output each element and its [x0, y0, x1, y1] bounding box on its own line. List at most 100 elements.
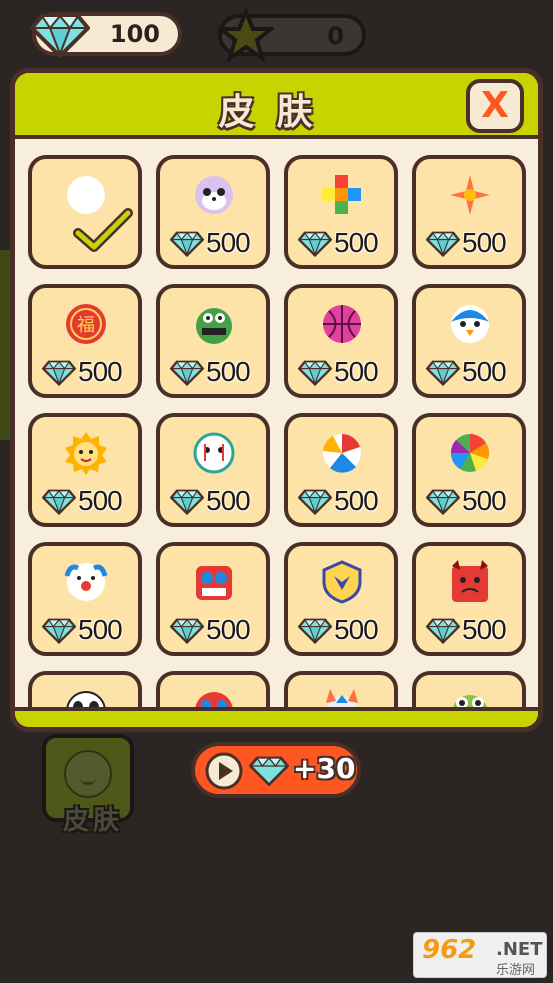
skin-cell-blocks[interactable]: 500: [284, 155, 398, 269]
diamond-icon: [298, 618, 332, 644]
skin-panel: 皮肤 X 500 500 500 福 500 500 500 500 500 500 500 500 5…: [10, 68, 543, 732]
red-demon-icon: [452, 560, 488, 602]
skin-cell-seal[interactable]: 500: [156, 155, 270, 269]
skin-price-value: 500: [78, 614, 123, 645]
skin-cell-lion[interactable]: 500: [28, 413, 142, 527]
clown-icon: [64, 563, 108, 601]
skin-price-value: 500: [334, 614, 379, 645]
skin-price: 500: [298, 227, 394, 261]
skin-cell-white[interactable]: [28, 155, 142, 269]
skin-cell-clown[interactable]: 500: [28, 542, 142, 656]
skin-price: 500: [426, 485, 522, 519]
skin-price-value: 500: [334, 485, 379, 516]
skin-cell-wheel[interactable]: 500: [412, 413, 526, 527]
basketball-icon: [323, 305, 361, 343]
watch-video-reward-button[interactable]: +30: [191, 742, 361, 798]
panda-icon: [66, 691, 106, 707]
diamond-icon: [249, 756, 289, 786]
skin-price: 500: [298, 356, 394, 390]
skin-price-value: 500: [334, 356, 379, 387]
skin-cell-horned[interactable]: [284, 671, 398, 707]
skin-price: 500: [426, 614, 522, 648]
skin-cell-penguin[interactable]: 500: [412, 284, 526, 398]
play-icon: [205, 752, 243, 790]
diamond-icon: [298, 360, 332, 386]
diamond-icon: [426, 618, 460, 644]
skin-price: 500: [42, 614, 138, 648]
shield-icon: [322, 560, 362, 604]
skin-cell-panda[interactable]: [28, 671, 142, 707]
skin-price: 500: [170, 227, 266, 261]
watermark-domain: .NET: [496, 939, 543, 960]
skin-price-value: 500: [206, 227, 251, 258]
skin-price: 500: [170, 356, 266, 390]
skin-price-value: 500: [206, 485, 251, 516]
skin-cell-monster[interactable]: 500: [156, 284, 270, 398]
skin-grid: 500 500 500 福 500 500 500 500 500 500 500 500 500 500…: [15, 139, 538, 707]
star-counter: 0: [218, 8, 366, 63]
skin-cell-dragon[interactable]: [156, 671, 270, 707]
star-count: 0: [327, 22, 344, 50]
skin-cell-mask[interactable]: 500: [156, 413, 270, 527]
diamond-icon: [426, 489, 460, 515]
frog-icon: [453, 695, 487, 707]
green-monster-icon: [196, 308, 232, 344]
color-blocks-icon: [322, 175, 361, 214]
skin-price-value: 500: [462, 356, 507, 387]
diamond-icon: [42, 618, 76, 644]
skin-cell-fu[interactable]: 福 500: [28, 284, 142, 398]
svg-text:福: 福: [77, 315, 95, 336]
skin-menu-label: 皮肤: [62, 806, 123, 836]
skin-price: 500: [170, 614, 266, 648]
skin-price-value: 500: [462, 614, 507, 645]
panel-header: 皮肤 X: [15, 73, 538, 139]
diamond-icon: [170, 489, 204, 515]
skin-price: 500: [298, 485, 394, 519]
gem-count: 100: [109, 20, 160, 48]
skin-cell-beachball[interactable]: 500: [284, 413, 398, 527]
diamond-icon: [30, 14, 90, 58]
skin-panel-body: 皮肤 X 500 500 500 福 500 500 500 500 500 500 500 500 5…: [15, 73, 538, 727]
beach-ball-icon: [323, 434, 361, 473]
robot-icon: [196, 566, 232, 600]
close-button[interactable]: X: [466, 79, 524, 133]
video-reward-amount: +30: [293, 752, 356, 785]
lion-icon: [65, 432, 107, 475]
horned-icon: [326, 689, 358, 707]
skin-price-value: 500: [78, 356, 123, 387]
noh-mask-icon: [193, 432, 235, 474]
skin-price: 500: [170, 485, 266, 519]
skin-cell-basketball[interactable]: 500: [284, 284, 398, 398]
ball-icon: [64, 750, 112, 798]
diamond-icon: [170, 618, 204, 644]
skin-price-value: 500: [462, 485, 507, 516]
star-icon: [218, 8, 274, 63]
skin-cell-robot[interactable]: 500: [156, 542, 270, 656]
penguin-icon: [451, 305, 489, 343]
skin-price-value: 500: [334, 227, 379, 258]
diamond-icon: [426, 360, 460, 386]
color-wheel-icon: [450, 434, 489, 472]
skin-cell-frog[interactable]: [412, 671, 526, 707]
skin-price-value: 500: [206, 356, 251, 387]
skin-price: 500: [42, 356, 138, 390]
fu-charm-icon: 福: [66, 304, 106, 344]
seal-face-icon: [195, 176, 233, 214]
diamond-icon: [170, 231, 204, 257]
skin-price-value: 500: [462, 227, 507, 258]
diamond-icon: [42, 360, 76, 386]
panel-title: 皮肤: [218, 92, 335, 133]
skin-price: 500: [298, 614, 394, 648]
diamond-icon: [298, 231, 332, 257]
panel-footer: [15, 707, 538, 727]
skin-price: 500: [426, 356, 522, 390]
watermark-text: 乐游网: [496, 963, 536, 978]
skin-cell-shuriken[interactable]: 500: [412, 155, 526, 269]
checkmark-icon: [73, 208, 133, 252]
skin-price: 500: [426, 227, 522, 261]
skin-cell-demon[interactable]: 500: [412, 542, 526, 656]
diamond-icon: [298, 489, 332, 515]
diamond-icon: [42, 489, 76, 515]
dragon-icon: [195, 692, 233, 707]
skin-cell-shield[interactable]: 500: [284, 542, 398, 656]
